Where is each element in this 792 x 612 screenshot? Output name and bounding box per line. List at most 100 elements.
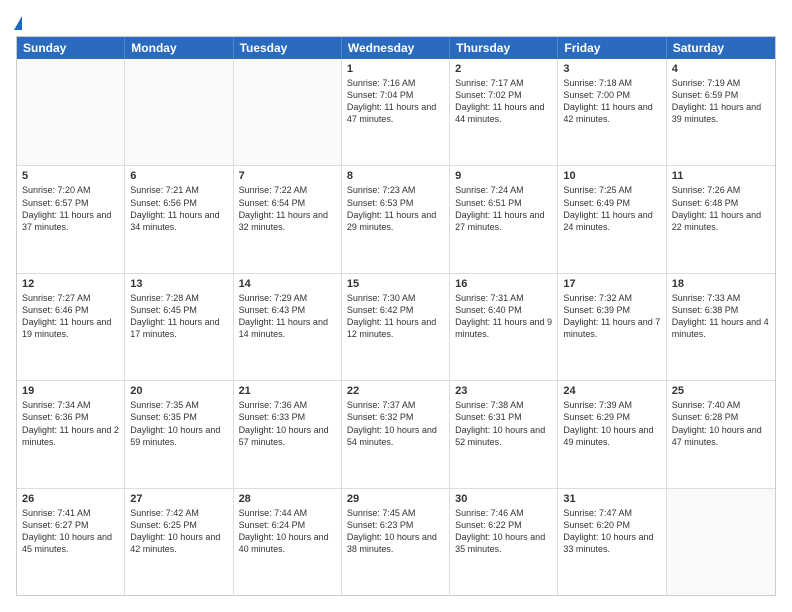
day-number: 16 <box>455 278 552 290</box>
day-info: Sunrise: 7:18 AM Sunset: 7:00 PM Dayligh… <box>563 77 660 126</box>
day-cell-18: 18 Sunrise: 7:33 AM Sunset: 6:38 PM Dayli… <box>667 274 775 380</box>
day-number: 2 <box>455 63 552 75</box>
day-header-thursday: Thursday <box>450 37 558 59</box>
day-cell-24: 24Sunrise: 7:39 AM Sunset: 6:29 PM Dayli… <box>558 381 666 487</box>
day-number: 19 <box>22 385 119 397</box>
day-cell-2: 2Sunrise: 7:17 AM Sunset: 7:02 PM Daylig… <box>450 59 558 165</box>
day-cell-empty <box>234 59 342 165</box>
day-cell-empty <box>667 489 775 595</box>
day-info: Sunrise: 7:45 AM Sunset: 6:23 PM Dayligh… <box>347 507 444 556</box>
day-number: 4 <box>672 63 770 75</box>
day-info: Sunrise: 7:35 AM Sunset: 6:35 PM Dayligh… <box>130 399 227 448</box>
day-number: 20 <box>130 385 227 397</box>
day-cell-8: 8 Sunrise: 7:23 AM Sunset: 6:53 PM Daylig… <box>342 166 450 272</box>
logo-triangle-icon <box>14 16 22 30</box>
day-info: Sunrise: 7:28 AM Sunset: 6:45 PM Dayligh… <box>130 292 227 341</box>
day-cell-23: 23 Sunrise: 7:38 AM Sunset: 6:31 PM Dayli… <box>450 381 558 487</box>
day-header-friday: Friday <box>558 37 666 59</box>
day-info: Sunrise: 7:16 AM Sunset: 7:04 PM Dayligh… <box>347 77 444 126</box>
day-number: 27 <box>130 493 227 505</box>
day-number: 22 <box>347 385 444 397</box>
day-cell-13: 13 Sunrise: 7:28 AM Sunset: 6:45 PM Dayli… <box>125 274 233 380</box>
day-cell-21: 21Sunrise: 7:36 AM Sunset: 6:33 PM Dayli… <box>234 381 342 487</box>
day-info: Sunrise: 7:42 AM Sunset: 6:25 PM Dayligh… <box>130 507 227 556</box>
week-row-1: 1 Sunrise: 7:16 AM Sunset: 7:04 PM Daylig… <box>17 59 775 166</box>
logo <box>16 16 22 28</box>
day-cell-30: 30 Sunrise: 7:46 AM Sunset: 6:22 PM Dayli… <box>450 489 558 595</box>
day-header-wednesday: Wednesday <box>342 37 450 59</box>
day-info: Sunrise: 7:33 AM Sunset: 6:38 PM Dayligh… <box>672 292 770 341</box>
day-number: 30 <box>455 493 552 505</box>
day-cell-7: 7 Sunrise: 7:22 AM Sunset: 6:54 PM Daylig… <box>234 166 342 272</box>
day-info: Sunrise: 7:40 AM Sunset: 6:28 PM Dayligh… <box>672 399 770 448</box>
day-info: Sunrise: 7:37 AM Sunset: 6:32 PM Dayligh… <box>347 399 444 448</box>
day-info: Sunrise: 7:41 AM Sunset: 6:27 PM Dayligh… <box>22 507 119 556</box>
day-info: Sunrise: 7:44 AM Sunset: 6:24 PM Dayligh… <box>239 507 336 556</box>
day-cell-1: 1 Sunrise: 7:16 AM Sunset: 7:04 PM Daylig… <box>342 59 450 165</box>
calendar-grid: SundayMondayTuesdayWednesdayThursdayFrid… <box>16 36 776 596</box>
day-info: Sunrise: 7:30 AM Sunset: 6:42 PM Dayligh… <box>347 292 444 341</box>
day-cell-10: 10 Sunrise: 7:25 AM Sunset: 6:49 PM Dayli… <box>558 166 666 272</box>
day-cell-4: 4 Sunrise: 7:19 AM Sunset: 6:59 PM Daylig… <box>667 59 775 165</box>
day-cell-16: 16 Sunrise: 7:31 AM Sunset: 6:40 PM Dayli… <box>450 274 558 380</box>
day-number: 9 <box>455 170 552 182</box>
day-number: 12 <box>22 278 119 290</box>
day-info: Sunrise: 7:47 AM Sunset: 6:20 PM Dayligh… <box>563 507 660 556</box>
day-cell-3: 3 Sunrise: 7:18 AM Sunset: 7:00 PM Daylig… <box>558 59 666 165</box>
day-cell-empty <box>125 59 233 165</box>
day-info: Sunrise: 7:26 AM Sunset: 6:48 PM Dayligh… <box>672 184 770 233</box>
day-cell-26: 26 Sunrise: 7:41 AM Sunset: 6:27 PM Dayli… <box>17 489 125 595</box>
day-number: 5 <box>22 170 119 182</box>
day-info: Sunrise: 7:19 AM Sunset: 6:59 PM Dayligh… <box>672 77 770 126</box>
day-number: 7 <box>239 170 336 182</box>
day-cell-5: 5 Sunrise: 7:20 AM Sunset: 6:57 PM Daylig… <box>17 166 125 272</box>
day-header-monday: Monday <box>125 37 233 59</box>
day-number: 13 <box>130 278 227 290</box>
week-row-2: 5 Sunrise: 7:20 AM Sunset: 6:57 PM Daylig… <box>17 166 775 273</box>
day-cell-17: 17Sunrise: 7:32 AM Sunset: 6:39 PM Dayli… <box>558 274 666 380</box>
day-cell-27: 27 Sunrise: 7:42 AM Sunset: 6:25 PM Dayli… <box>125 489 233 595</box>
day-cell-11: 11 Sunrise: 7:26 AM Sunset: 6:48 PM Dayli… <box>667 166 775 272</box>
day-info: Sunrise: 7:23 AM Sunset: 6:53 PM Dayligh… <box>347 184 444 233</box>
day-info: Sunrise: 7:36 AM Sunset: 6:33 PM Dayligh… <box>239 399 336 448</box>
day-cell-14: 14 Sunrise: 7:29 AM Sunset: 6:43 PM Dayli… <box>234 274 342 380</box>
day-cell-20: 20 Sunrise: 7:35 AM Sunset: 6:35 PM Dayli… <box>125 381 233 487</box>
week-row-5: 26 Sunrise: 7:41 AM Sunset: 6:27 PM Dayli… <box>17 489 775 595</box>
day-cell-15: 15 Sunrise: 7:30 AM Sunset: 6:42 PM Dayli… <box>342 274 450 380</box>
day-info: Sunrise: 7:31 AM Sunset: 6:40 PM Dayligh… <box>455 292 552 341</box>
day-cell-22: 22 Sunrise: 7:37 AM Sunset: 6:32 PM Dayli… <box>342 381 450 487</box>
day-number: 14 <box>239 278 336 290</box>
weeks-container: 1 Sunrise: 7:16 AM Sunset: 7:04 PM Daylig… <box>17 59 775 595</box>
day-info: Sunrise: 7:32 AM Sunset: 6:39 PM Dayligh… <box>563 292 660 341</box>
day-number: 24 <box>563 385 660 397</box>
day-number: 23 <box>455 385 552 397</box>
day-number: 11 <box>672 170 770 182</box>
day-cell-9: 9 Sunrise: 7:24 AM Sunset: 6:51 PM Daylig… <box>450 166 558 272</box>
day-headers-row: SundayMondayTuesdayWednesdayThursdayFrid… <box>17 37 775 59</box>
day-info: Sunrise: 7:20 AM Sunset: 6:57 PM Dayligh… <box>22 184 119 233</box>
day-info: Sunrise: 7:24 AM Sunset: 6:51 PM Dayligh… <box>455 184 552 233</box>
day-info: Sunrise: 7:27 AM Sunset: 6:46 PM Dayligh… <box>22 292 119 341</box>
day-number: 25 <box>672 385 770 397</box>
day-number: 10 <box>563 170 660 182</box>
day-cell-31: 31Sunrise: 7:47 AM Sunset: 6:20 PM Dayli… <box>558 489 666 595</box>
day-cell-25: 25 Sunrise: 7:40 AM Sunset: 6:28 PM Dayli… <box>667 381 775 487</box>
day-info: Sunrise: 7:25 AM Sunset: 6:49 PM Dayligh… <box>563 184 660 233</box>
day-number: 15 <box>347 278 444 290</box>
day-number: 26 <box>22 493 119 505</box>
day-number: 3 <box>563 63 660 75</box>
day-number: 1 <box>347 63 444 75</box>
day-number: 18 <box>672 278 770 290</box>
day-header-saturday: Saturday <box>667 37 775 59</box>
day-info: Sunrise: 7:21 AM Sunset: 6:56 PM Dayligh… <box>130 184 227 233</box>
day-number: 8 <box>347 170 444 182</box>
day-info: Sunrise: 7:22 AM Sunset: 6:54 PM Dayligh… <box>239 184 336 233</box>
week-row-4: 19Sunrise: 7:34 AM Sunset: 6:36 PM Dayli… <box>17 381 775 488</box>
day-number: 28 <box>239 493 336 505</box>
calendar-page: SundayMondayTuesdayWednesdayThursdayFrid… <box>0 0 792 612</box>
day-cell-empty <box>17 59 125 165</box>
day-info: Sunrise: 7:46 AM Sunset: 6:22 PM Dayligh… <box>455 507 552 556</box>
day-number: 29 <box>347 493 444 505</box>
day-info: Sunrise: 7:29 AM Sunset: 6:43 PM Dayligh… <box>239 292 336 341</box>
day-info: Sunrise: 7:38 AM Sunset: 6:31 PM Dayligh… <box>455 399 552 448</box>
